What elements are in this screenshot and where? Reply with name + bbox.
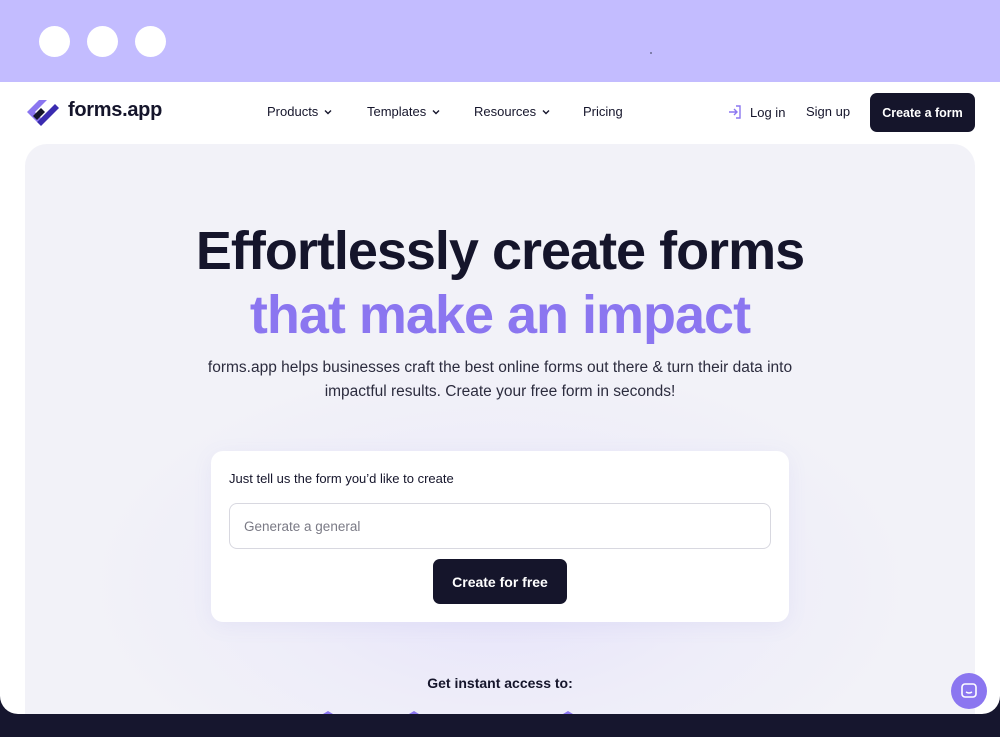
login-link[interactable]: Log in	[727, 104, 785, 120]
hero-title: Effortlessly create forms	[195, 221, 805, 281]
chat-launcher-button[interactable]	[951, 673, 987, 709]
chevron-down-icon	[432, 109, 440, 114]
screen: forms.app Products Templates Resources P…	[0, 0, 1000, 737]
nav-templates[interactable]: Templates	[367, 104, 441, 119]
nav-products-label: Products	[267, 104, 319, 119]
nav-pricing[interactable]: Pricing	[583, 104, 623, 119]
window-control-dot[interactable]	[87, 26, 118, 57]
hero-title-accent: that make an impact	[249, 285, 751, 345]
nav-resources-label: Resources	[474, 104, 537, 119]
chat-icon	[961, 683, 977, 698]
nav-pricing-label: Pricing	[583, 104, 623, 119]
nav-products[interactable]: Products	[267, 104, 333, 119]
login-icon	[729, 105, 741, 119]
top-navigation: forms.app Products Templates Resources P…	[0, 82, 1000, 142]
feature-list	[321, 710, 741, 714]
form-generator-label: Just tell us the form you’d like to crea…	[229, 471, 454, 486]
chevron-down-icon	[324, 109, 332, 114]
login-label: Log in	[750, 104, 786, 120]
nav-resources[interactable]: Resources	[474, 104, 551, 119]
check-badge-icon	[409, 711, 419, 714]
create-form-button[interactable]: Create a form	[870, 93, 975, 132]
check-badge-icon	[563, 711, 573, 714]
window-control-dot[interactable]	[39, 26, 70, 57]
window-control-dot[interactable]	[135, 26, 166, 57]
nav-templates-label: Templates	[367, 104, 427, 119]
create-for-free-button[interactable]: Create for free	[433, 559, 567, 604]
decorative-dot	[650, 52, 652, 54]
page-viewport: forms.app Products Templates Resources P…	[0, 82, 1000, 714]
hero-subtitle: forms.app helps businesses craft the bes…	[207, 359, 793, 400]
brand-logo-icon[interactable]	[25, 96, 61, 128]
form-prompt-input[interactable]	[229, 503, 771, 549]
window-titlebar	[0, 0, 1000, 84]
hero-section: Effortlessly create forms that make an i…	[25, 144, 975, 714]
signup-link[interactable]: Sign up	[806, 104, 850, 119]
instant-access-heading: Get instant access to:	[427, 675, 573, 691]
brand-name[interactable]: forms.app	[68, 99, 162, 122]
check-badge-icon	[323, 711, 333, 714]
chevron-down-icon	[542, 109, 550, 114]
form-generator-card: Just tell us the form you’d like to crea…	[211, 451, 789, 622]
